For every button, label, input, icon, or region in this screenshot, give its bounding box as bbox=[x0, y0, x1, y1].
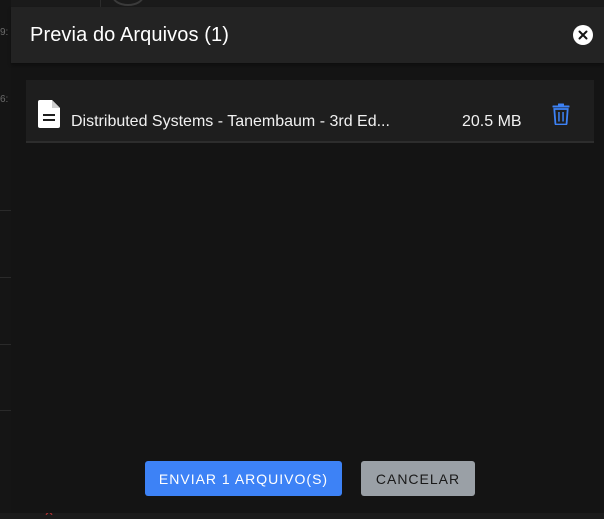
file-preview-modal: Previa do Arquivos (1) Distributed Syste… bbox=[11, 7, 604, 513]
background-divider bbox=[0, 277, 11, 278]
trash-icon[interactable] bbox=[552, 103, 570, 125]
background-time-label: 6: bbox=[0, 94, 9, 105]
background-time-label: 9: bbox=[0, 27, 9, 38]
close-button[interactable] bbox=[573, 25, 593, 45]
send-files-button[interactable]: ENVIAR 1 ARQUIVO(S) bbox=[145, 461, 342, 496]
background-avatar bbox=[112, 0, 144, 6]
file-document-icon bbox=[38, 100, 60, 128]
background-sidebar bbox=[0, 0, 11, 513]
file-list-item: Distributed Systems - Tanembaum - 3rd Ed… bbox=[26, 80, 594, 143]
cancel-button[interactable]: CANCELAR bbox=[361, 461, 475, 496]
file-name: Distributed Systems - Tanembaum - 3rd Ed… bbox=[71, 113, 390, 130]
modal-header: Previa do Arquivos (1) bbox=[11, 7, 604, 63]
close-icon bbox=[578, 30, 588, 40]
modal-title: Previa do Arquivos (1) bbox=[30, 23, 229, 46]
background-divider bbox=[0, 210, 11, 211]
background-divider bbox=[0, 410, 11, 411]
background-divider bbox=[0, 344, 11, 345]
file-size: 20.5 MB bbox=[462, 113, 522, 130]
